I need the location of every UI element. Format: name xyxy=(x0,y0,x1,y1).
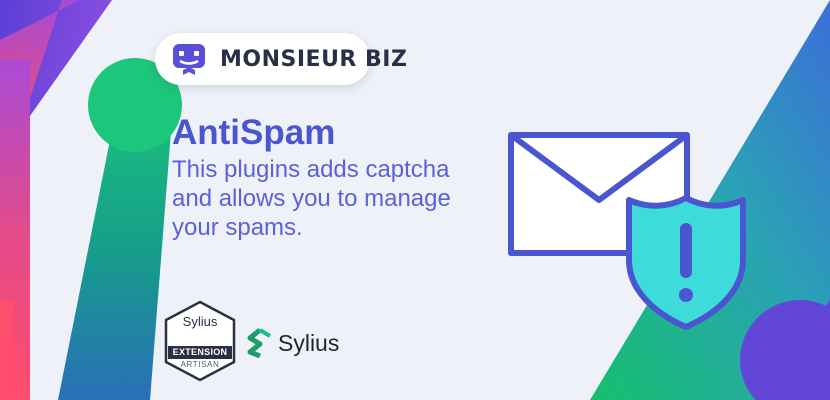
sylius-extension-badge: Sylius EXTENSION ARTISAN xyxy=(164,300,236,387)
page-title: AntiSpam xyxy=(172,113,336,152)
description-line: your spams. xyxy=(172,214,303,241)
sylius-brand-name: Sylius xyxy=(278,330,340,356)
shield-alert-icon xyxy=(626,195,746,330)
badge-hexagon-icon xyxy=(164,300,236,382)
description-line: This plugins adds captcha xyxy=(172,156,450,183)
plugin-description: This plugins adds captcha and allows you… xyxy=(172,155,502,242)
envelope-shield-illustration xyxy=(508,132,746,330)
logo-text: MONSIEUR BIZ xyxy=(220,47,408,72)
banner: MONSIEUR BIZ AntiSpam This plugins adds … xyxy=(0,0,830,400)
monsieur-biz-logo[interactable]: MONSIEUR BIZ xyxy=(155,33,407,85)
badge-extension-label: EXTENSION xyxy=(172,347,228,357)
badge-artisan-label: ARTISAN xyxy=(180,360,220,369)
sylius-logo-icon xyxy=(247,328,272,358)
monsieur-biz-logo-icon xyxy=(173,44,205,75)
description-line: and allows you to manage xyxy=(172,185,451,212)
badge-title: Sylius xyxy=(182,314,218,329)
